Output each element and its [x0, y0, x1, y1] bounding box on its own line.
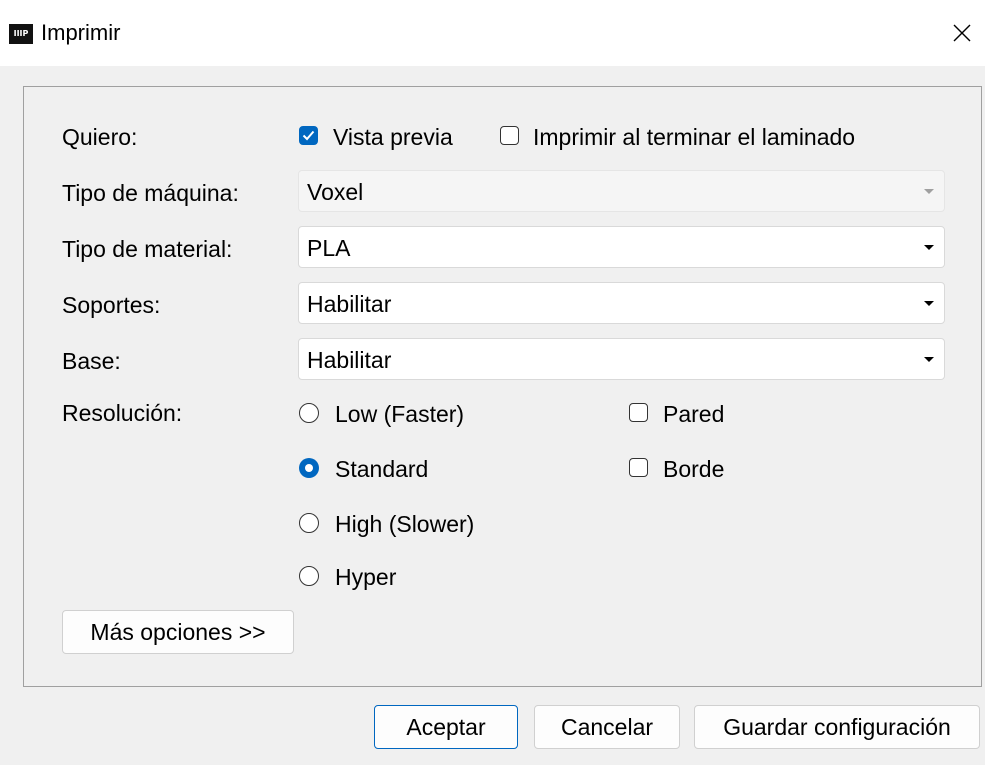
resolucion-standard-label[interactable]: Standard: [335, 456, 428, 483]
title-bar: IIIP Imprimir: [0, 0, 985, 66]
borde-checkbox[interactable]: [629, 458, 648, 477]
tipo-maquina-select[interactable]: Voxel: [298, 170, 945, 212]
tipo-material-value: PLA: [307, 235, 351, 261]
borde-label[interactable]: Borde: [663, 456, 724, 483]
vista-previa-checkbox[interactable]: [299, 126, 318, 145]
vista-previa-label[interactable]: Vista previa: [333, 124, 453, 151]
resolucion-high-label[interactable]: High (Slower): [335, 511, 474, 538]
base-label: Base:: [62, 348, 121, 374]
window-title: Imprimir: [41, 20, 121, 45]
close-button[interactable]: [939, 6, 985, 58]
dropdown-arrow-icon: [924, 357, 934, 362]
dropdown-arrow-icon: [924, 189, 934, 194]
resolucion-high-radio[interactable]: [299, 513, 319, 533]
tipo-maquina-value: Voxel: [307, 179, 364, 205]
imprimir-al-terminar-checkbox[interactable]: [500, 126, 519, 145]
soportes-value: Habilitar: [307, 291, 392, 317]
soportes-label: Soportes:: [62, 292, 161, 318]
base-value: Habilitar: [307, 347, 392, 373]
aceptar-button[interactable]: Aceptar: [374, 705, 518, 749]
base-select[interactable]: Habilitar: [298, 338, 945, 380]
mas-opciones-button[interactable]: Más opciones >>: [62, 610, 294, 654]
dropdown-arrow-icon: [924, 245, 934, 250]
resolucion-hyper-label[interactable]: Hyper: [335, 564, 396, 591]
resolucion-label: Resolución:: [62, 400, 183, 426]
resolucion-low-radio[interactable]: [299, 403, 319, 423]
tipo-material-label: Tipo de material:: [62, 236, 233, 262]
resolucion-hyper-radio[interactable]: [299, 566, 319, 586]
app-logo-icon: IIIP: [9, 24, 33, 44]
print-dialog: IIIP Imprimir Quiero: Vista previa Impri…: [0, 0, 985, 765]
resolucion-standard-radio[interactable]: [299, 458, 319, 478]
resolucion-low-label[interactable]: Low (Faster): [335, 401, 464, 428]
imprimir-al-terminar-label[interactable]: Imprimir al terminar el laminado: [533, 124, 855, 151]
checkmark-icon: [302, 130, 315, 141]
pared-label[interactable]: Pared: [663, 401, 724, 428]
tipo-material-select[interactable]: PLA: [298, 226, 945, 268]
pared-checkbox[interactable]: [629, 403, 648, 422]
close-icon: [953, 24, 971, 42]
quiero-label: Quiero:: [62, 124, 138, 150]
guardar-configuracion-button[interactable]: Guardar configuración: [694, 705, 980, 749]
soportes-select[interactable]: Habilitar: [298, 282, 945, 324]
cancelar-button[interactable]: Cancelar: [534, 705, 680, 749]
tipo-maquina-label: Tipo de máquina:: [62, 180, 239, 206]
dropdown-arrow-icon: [924, 301, 934, 306]
